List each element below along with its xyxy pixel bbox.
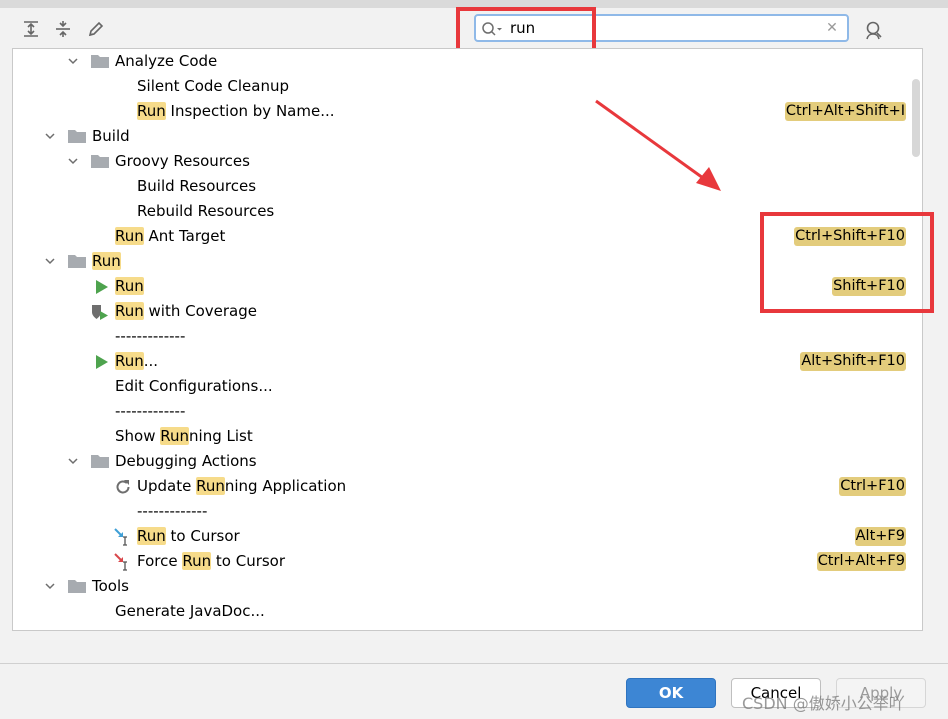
tree-row[interactable]: Analyze Code bbox=[13, 49, 922, 74]
tree-row[interactable]: Build Resources bbox=[13, 174, 922, 199]
shortcut-badge: Alt+F9 bbox=[854, 527, 906, 546]
tree-label: Edit Configurations... bbox=[115, 377, 273, 395]
tree-row[interactable]: Update Running Application Ctrl+F10 bbox=[13, 474, 922, 499]
tree-row[interactable]: Run... Alt+Shift+F10 bbox=[13, 349, 922, 374]
tree-row[interactable]: Generate JavaDoc... bbox=[13, 599, 922, 624]
run-icon bbox=[93, 353, 111, 371]
tree-label: Silent Code Cleanup bbox=[137, 77, 290, 95]
run-to-cursor-icon bbox=[114, 528, 132, 546]
tree-row[interactable]: Build bbox=[13, 124, 922, 149]
run-with-coverage-icon bbox=[91, 303, 109, 321]
tree-label: Run bbox=[115, 277, 144, 295]
folder-icon bbox=[68, 129, 86, 143]
run-icon bbox=[93, 278, 111, 296]
tree-label: Debugging Actions bbox=[115, 452, 257, 470]
collapse-all-icon[interactable] bbox=[52, 18, 74, 40]
expand-all-icon[interactable] bbox=[20, 18, 42, 40]
keymap-tree: Analyze Code Silent Code Cleanup Run Ins… bbox=[12, 48, 923, 631]
tree-label: Rebuild Resources bbox=[137, 202, 275, 220]
ok-button[interactable]: OK bbox=[626, 678, 716, 708]
refresh-icon bbox=[114, 478, 132, 496]
clear-search-icon[interactable]: ✕ bbox=[825, 18, 839, 38]
chevron-down-icon[interactable] bbox=[43, 579, 57, 593]
tree-label: Run Ant Target bbox=[115, 227, 226, 245]
tree-row[interactable]: Show Running List bbox=[13, 424, 922, 449]
tree-label: Tools bbox=[92, 577, 129, 595]
find-shortcut-icon[interactable] bbox=[862, 20, 884, 42]
tree-row[interactable]: Edit Configurations... bbox=[13, 374, 922, 399]
separator-label: ------------- bbox=[115, 327, 186, 345]
tree-label: Analyze Code bbox=[115, 52, 218, 70]
shortcut-badge: Alt+Shift+F10 bbox=[800, 352, 906, 371]
tree-row[interactable]: Run Inspection by Name... Ctrl+Alt+Shift… bbox=[13, 99, 922, 124]
folder-icon bbox=[68, 579, 86, 593]
tree-row[interactable]: ------------- bbox=[13, 399, 922, 424]
button-bar-separator bbox=[0, 663, 948, 664]
tree-label: Run to Cursor bbox=[137, 527, 240, 545]
tree-label: Generate JavaDoc... bbox=[115, 602, 265, 620]
tree-row[interactable]: ------------- bbox=[13, 324, 922, 349]
tree-label: Run... bbox=[115, 352, 159, 370]
chevron-down-icon[interactable] bbox=[43, 129, 57, 143]
tree-label: Groovy Resources bbox=[115, 152, 250, 170]
folder-icon bbox=[91, 454, 109, 468]
tree-label: Force Run to Cursor bbox=[137, 552, 286, 570]
tree-row[interactable]: Run to Cursor Alt+F9 bbox=[13, 524, 922, 549]
tree-row[interactable]: Debugging Actions bbox=[13, 449, 922, 474]
tree-row[interactable]: Silent Code Cleanup bbox=[13, 74, 922, 99]
scrollbar[interactable] bbox=[910, 49, 922, 630]
annotation-box-shortcuts bbox=[760, 212, 934, 313]
tree-row[interactable]: Force Run to Cursor Ctrl+Alt+F9 bbox=[13, 549, 922, 574]
folder-icon bbox=[91, 54, 109, 68]
separator-label: ------------- bbox=[115, 402, 186, 420]
chevron-down-icon[interactable] bbox=[43, 254, 57, 268]
chevron-down-icon[interactable] bbox=[66, 154, 80, 168]
edit-shortcut-icon[interactable] bbox=[85, 18, 107, 40]
tree-label: Run Inspection by Name... bbox=[137, 102, 335, 120]
force-run-to-cursor-icon bbox=[114, 553, 132, 571]
shortcut-badge: Ctrl+F10 bbox=[839, 477, 906, 496]
tree-label: Update Running Application bbox=[137, 477, 347, 495]
separator-label: ------------- bbox=[137, 502, 208, 520]
tree-row[interactable]: Tools bbox=[13, 574, 922, 599]
tree-label: Show Running List bbox=[115, 427, 253, 445]
tree-label: Build bbox=[92, 127, 130, 145]
tree-label: Run with Coverage bbox=[115, 302, 257, 320]
folder-icon bbox=[91, 154, 109, 168]
tree-label: Build Resources bbox=[137, 177, 257, 195]
shortcut-badge: Ctrl+Alt+Shift+I bbox=[784, 102, 906, 121]
chevron-down-icon[interactable] bbox=[66, 54, 80, 68]
watermark: CSDN @傲娇小公举吖 bbox=[742, 694, 905, 713]
tree-row[interactable]: ------------- bbox=[13, 499, 922, 524]
tree-label: Run bbox=[92, 252, 121, 270]
annotation-arrow bbox=[595, 99, 721, 191]
shortcut-badge: Ctrl+Alt+F9 bbox=[816, 552, 906, 571]
scrollbar-thumb[interactable] bbox=[912, 79, 920, 157]
folder-icon bbox=[68, 254, 86, 268]
tree-row[interactable]: Groovy Resources bbox=[13, 149, 922, 174]
chevron-down-icon[interactable] bbox=[66, 454, 80, 468]
